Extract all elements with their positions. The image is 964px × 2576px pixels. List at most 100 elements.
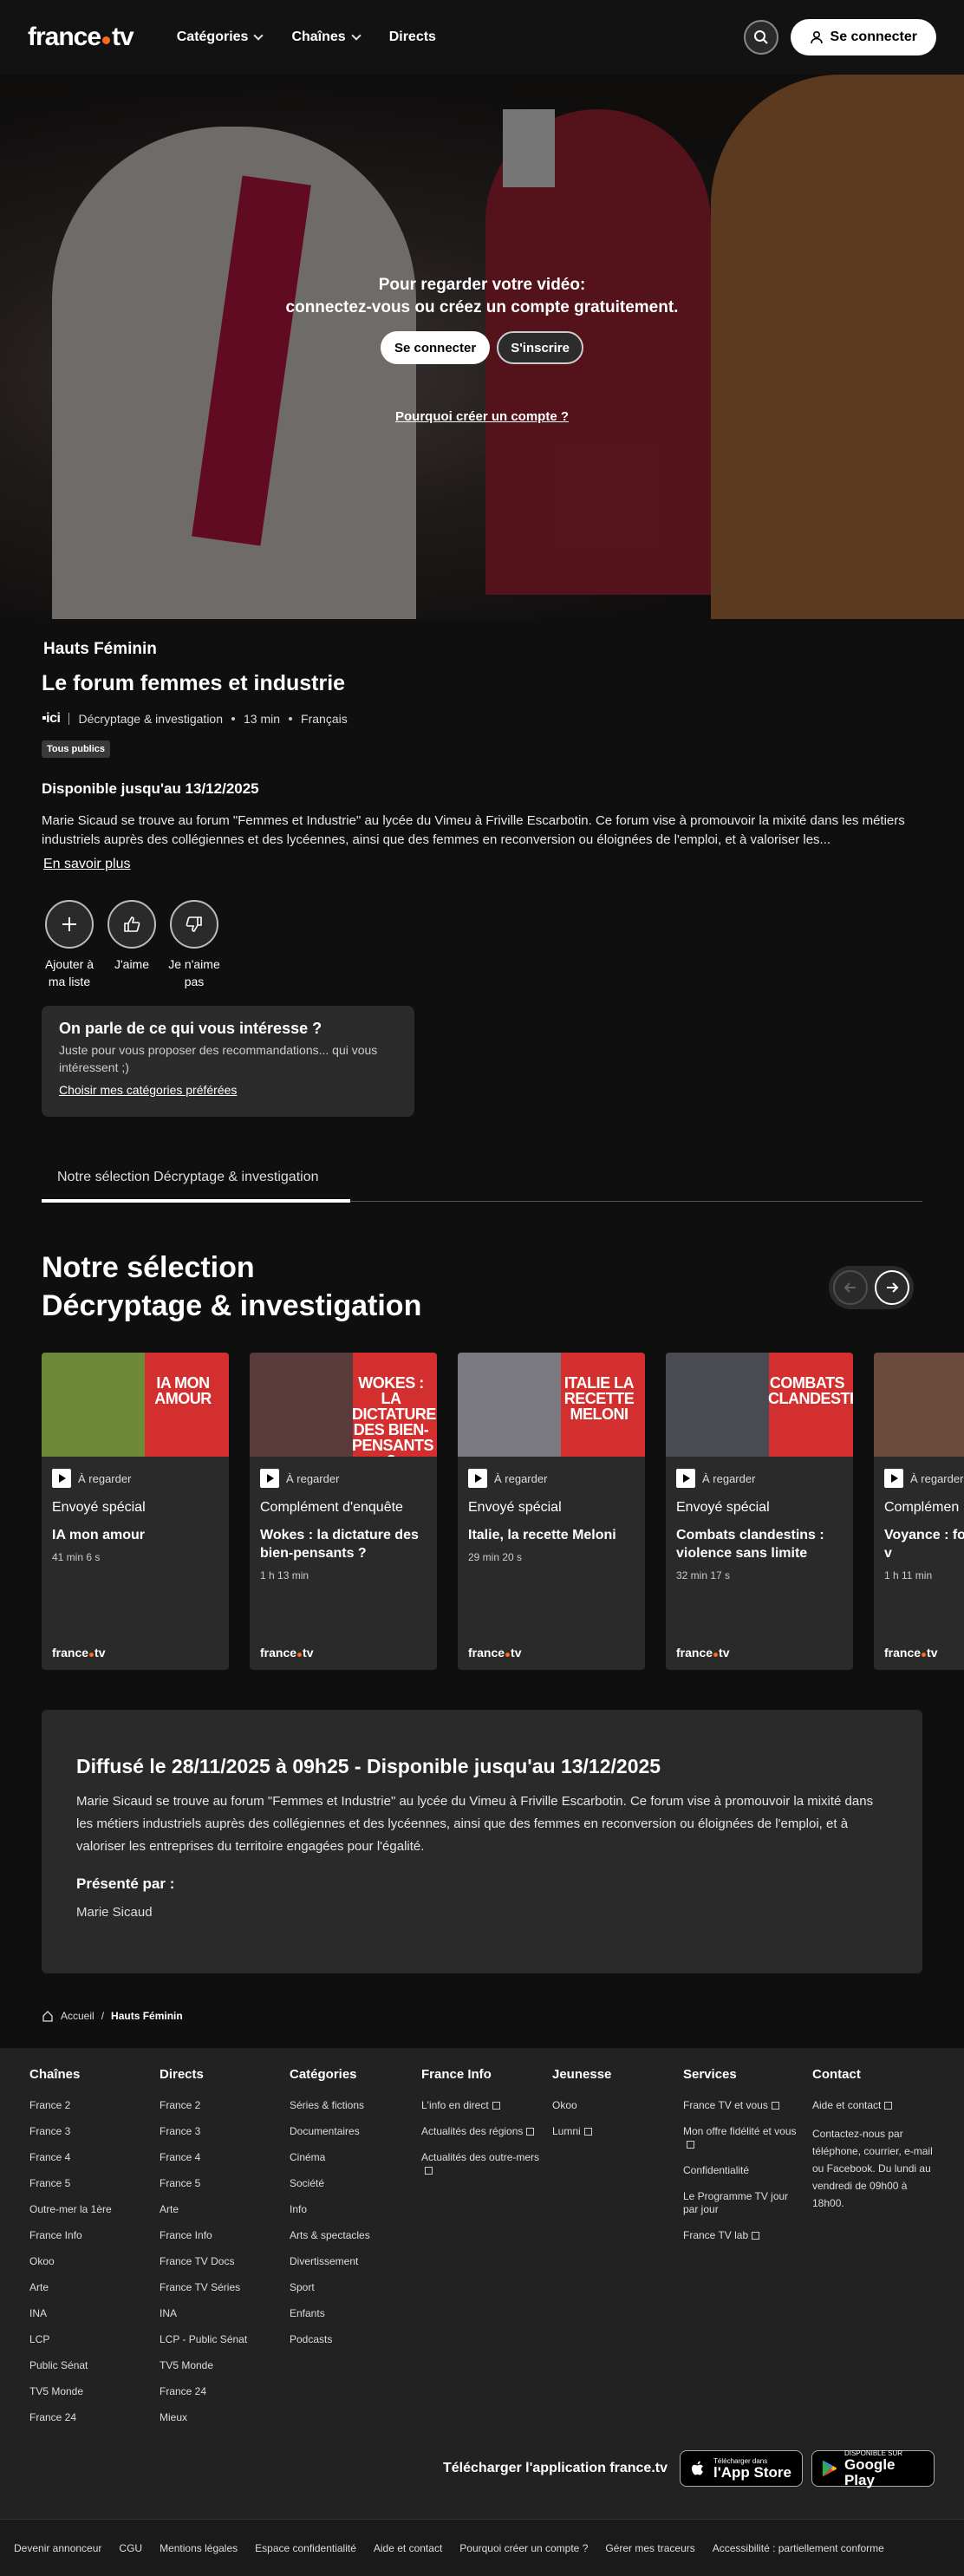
card-title: Voyance : fo prophètes, v xyxy=(884,1528,964,1561)
like-button[interactable]: J'aime xyxy=(104,900,160,990)
hero-login-button[interactable]: Se connecter xyxy=(381,331,491,364)
selection-title-line-2: Décryptage & investigation xyxy=(42,1289,422,1322)
footer-link[interactable]: L'info en direct xyxy=(421,2099,543,2112)
footer-column-title: Contact xyxy=(812,2067,861,2082)
footer-link[interactable]: Mieux xyxy=(160,2411,281,2424)
footer-link[interactable]: TV5 Monde xyxy=(160,2359,281,2372)
footer-link[interactable]: France 4 xyxy=(29,2151,151,2164)
footer-link-label: INA xyxy=(160,2307,178,2319)
selection-carousel: IA MON AMOUR À regarder Envoyé spécial IA m… xyxy=(42,1353,964,1670)
footer-link[interactable]: Actualités des régions xyxy=(421,2125,543,2138)
video-thumbnail: COMBATS CLANDESTINS xyxy=(666,1353,853,1457)
footer-link[interactable]: LCP xyxy=(29,2333,151,2346)
read-more-link[interactable]: En savoir plus xyxy=(43,857,131,872)
footer-link[interactable]: Arts & spectacles xyxy=(290,2229,411,2242)
footer-link[interactable]: France 2 xyxy=(29,2099,151,2112)
legal-link[interactable]: CGU xyxy=(119,2542,142,2554)
footer-link[interactable]: Le Programme TV jour par jour xyxy=(683,2190,804,2216)
footer-link[interactable]: Divertissement xyxy=(290,2255,411,2268)
footer-link[interactable]: Outre-mer la 1ère xyxy=(29,2203,151,2216)
footer-link[interactable]: Mon offre fidélité et vous xyxy=(683,2125,804,2151)
footer-link[interactable]: Lumni xyxy=(552,2125,674,2138)
google-play-button[interactable]: DISPONIBLE SUR Google Play xyxy=(811,2449,935,2488)
action-label: Ajouter à ma liste xyxy=(44,957,94,988)
app-store-button[interactable]: Télécharger dans l'App Store xyxy=(680,2450,803,2487)
watch-badge: À regarder xyxy=(52,1469,218,1488)
header-login-button[interactable]: Se connecter xyxy=(790,19,936,55)
show-name[interactable]: Hauts Féminin xyxy=(43,640,157,659)
footer-link[interactable]: INA xyxy=(29,2307,151,2320)
tab-selection[interactable]: Notre sélection Décryptage & investigati… xyxy=(42,1159,350,1203)
footer-link[interactable]: Séries & fictions xyxy=(290,2099,411,2112)
card-show-name: Complémen xyxy=(884,1500,960,1515)
footer-link[interactable]: France 24 xyxy=(160,2385,281,2398)
footer-link[interactable]: France 3 xyxy=(160,2125,281,2138)
footer-link[interactable]: Aide et contact xyxy=(812,2099,942,2112)
legal-link[interactable]: Aide et contact xyxy=(374,2542,442,2554)
footer-link[interactable]: France Info xyxy=(29,2229,151,2242)
footer-link-label: Société xyxy=(290,2177,325,2189)
video-card[interactable]: ITALIE LA RECETTE MELONI À regarder Envoyé… xyxy=(458,1353,645,1670)
footer-link[interactable]: France 24 xyxy=(29,2411,151,2424)
video-card[interactable]: WOKES : LA DICTATURE DES BIEN-PENSANTS ?… xyxy=(250,1353,437,1670)
why-create-account-link[interactable]: Pourquoi créer un compte ? xyxy=(395,409,569,424)
footer-link[interactable]: Enfants xyxy=(290,2307,411,2320)
footer-link[interactable]: France Info xyxy=(160,2229,281,2242)
dislike-button[interactable]: Je n'aime pas xyxy=(166,900,222,990)
arrow-left-icon xyxy=(844,1282,856,1293)
footer-link[interactable]: TV5 Monde xyxy=(29,2385,151,2398)
watch-label: À regarder xyxy=(702,1471,756,1485)
choose-categories-link[interactable]: Choisir mes catégories préférées xyxy=(59,1083,237,1097)
video-card[interactable]: À regarder Complémen Voyance : fo prophète… xyxy=(874,1353,964,1670)
footer-link[interactable]: France TV Séries xyxy=(160,2281,281,2294)
search-button[interactable] xyxy=(743,20,778,55)
legal-link[interactable]: Gérer mes traceurs xyxy=(605,2542,694,2554)
legal-link[interactable]: Pourquoi créer un compte ? xyxy=(459,2542,588,2554)
footer-link[interactable]: France TV et vous xyxy=(683,2099,804,2112)
footer-link[interactable]: Info xyxy=(290,2203,411,2216)
video-card[interactable]: COMBATS CLANDESTINS À regarder Envoyé spéc… xyxy=(666,1353,853,1670)
carousel-prev-button[interactable] xyxy=(833,1270,868,1305)
footer-link[interactable]: Arte xyxy=(29,2281,151,2294)
footer-link[interactable]: France TV lab xyxy=(683,2229,804,2242)
footer-link[interactable]: Actualités des outre-mers xyxy=(421,2151,543,2177)
footer-link[interactable]: France 3 xyxy=(29,2125,151,2138)
nav-directs[interactable]: Directs xyxy=(389,29,436,45)
google-play-icon xyxy=(822,2460,837,2477)
footer-link[interactable]: Sport xyxy=(290,2281,411,2294)
video-player-locked[interactable]: Pour regarder votre vidéo: connectez-vou… xyxy=(0,75,964,619)
footer-link[interactable]: Okoo xyxy=(29,2255,151,2268)
nav-chaines[interactable]: Chaînes xyxy=(291,29,362,45)
carousel-next-button[interactable] xyxy=(875,1270,909,1305)
footer-link[interactable]: France 5 xyxy=(160,2177,281,2190)
breadcrumb-home[interactable]: Accueil xyxy=(61,2010,94,2022)
footer-link[interactable]: Public Sénat xyxy=(29,2359,151,2372)
footer-link[interactable]: France 2 xyxy=(160,2099,281,2112)
footer-link[interactable]: Confidentialité xyxy=(683,2164,804,2177)
footer-link[interactable]: Cinéma xyxy=(290,2151,411,2164)
footer-link[interactable]: France TV Docs xyxy=(160,2255,281,2268)
video-card[interactable]: IA MON AMOUR À regarder Envoyé spécial IA m… xyxy=(42,1353,229,1670)
legal-link[interactable]: Mentions légales xyxy=(160,2542,238,2554)
add-to-list-button[interactable]: Ajouter à ma liste xyxy=(42,900,97,990)
hero-signup-button[interactable]: S'inscrire xyxy=(497,331,583,364)
card-body: À regarder Envoyé spécial IA mon amour 41 m… xyxy=(42,1457,229,1575)
footer-link[interactable]: Okoo xyxy=(552,2099,674,2112)
footer-link[interactable]: Société xyxy=(290,2177,411,2190)
nav-categories[interactable]: Catégories xyxy=(177,29,264,45)
footer-link[interactable]: Documentaires xyxy=(290,2125,411,2138)
footer-link[interactable]: France 5 xyxy=(29,2177,151,2190)
france-tv-logo[interactable]: france tv xyxy=(28,23,134,52)
footer-link[interactable]: INA xyxy=(160,2307,281,2320)
footer-link[interactable]: Arte xyxy=(160,2203,281,2216)
legal-link[interactable]: Devenir annonceur xyxy=(14,2542,101,2554)
legal-link[interactable]: Espace confidentialité xyxy=(255,2542,356,2554)
site-header: france tv Catégories Chaînes Directs Se c… xyxy=(0,0,964,75)
footer-link[interactable]: Podcasts xyxy=(290,2333,411,2346)
footer-link-label: INA xyxy=(29,2307,48,2319)
card-duration: 1 h 11 min xyxy=(884,1569,933,1581)
legal-link[interactable]: Accessibilité : partiellement conforme xyxy=(713,2542,884,2554)
video-thumbnail: WOKES : LA DICTATURE DES BIEN-PENSANTS ? xyxy=(250,1353,437,1457)
footer-link[interactable]: France 4 xyxy=(160,2151,281,2164)
footer-link[interactable]: LCP - Public Sénat xyxy=(160,2333,281,2346)
